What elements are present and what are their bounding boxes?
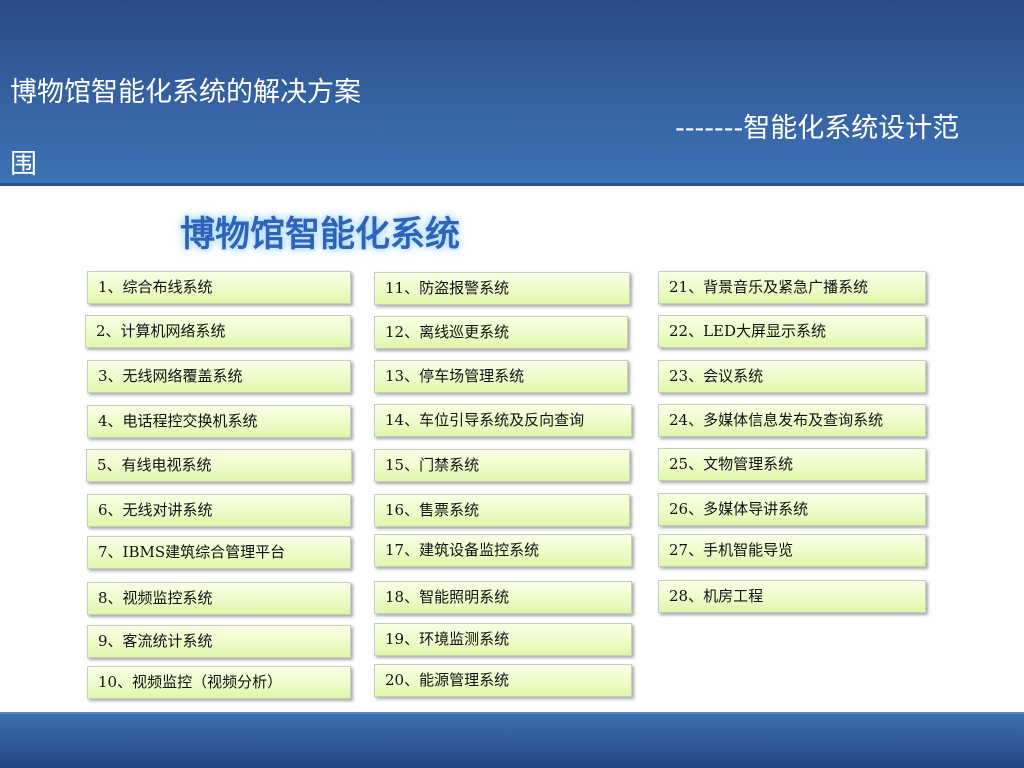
footer-band [0, 712, 1024, 768]
system-item-23: 23、会议系统 [658, 360, 926, 393]
title-banner: 博物馆智能化系统的解决方案 -------智能化系统设计范 围 [0, 0, 1024, 186]
system-item-12: 12、离线巡更系统 [374, 316, 628, 349]
system-item-20: 20、能源管理系统 [374, 664, 632, 697]
system-item-26: 26、多媒体导讲系统 [658, 493, 926, 526]
system-item-14: 14、车位引导系统及反向查询 [374, 404, 632, 437]
page-title-line-3: 围 [10, 149, 37, 180]
system-item-8: 8、视频监控系统 [87, 582, 351, 615]
system-item-19: 19、环境监测系统 [374, 623, 632, 656]
system-item-21: 21、背景音乐及紧急广播系统 [658, 271, 926, 304]
system-item-10: 10、视频监控（视频分析） [87, 666, 351, 699]
system-item-22: 22、LED大屏显示系统 [658, 315, 926, 348]
page-title-line-1: 博物馆智能化系统的解决方案 [10, 77, 361, 108]
system-item-18: 18、智能照明系统 [374, 581, 632, 614]
system-item-28: 28、机房工程 [658, 580, 926, 613]
system-item-11: 11、防盗报警系统 [374, 272, 630, 305]
system-item-6: 6、无线对讲系统 [87, 494, 351, 527]
system-item-5: 5、有线电视系统 [86, 449, 352, 482]
system-item-1: 1、综合布线系统 [87, 271, 351, 304]
system-item-2: 2、计算机网络系统 [85, 315, 351, 348]
system-item-13: 13、停车场管理系统 [374, 360, 628, 393]
system-item-16: 16、售票系统 [374, 494, 630, 527]
system-item-15: 15、门禁系统 [374, 449, 630, 482]
system-item-27: 27、手机智能导览 [658, 534, 926, 567]
system-item-3: 3、无线网络覆盖系统 [87, 360, 351, 393]
system-item-24: 24、多媒体信息发布及查询系统 [658, 404, 926, 437]
system-item-4: 4、电话程控交换机系统 [87, 405, 351, 438]
system-item-9: 9、客流统计系统 [87, 625, 351, 658]
page-title-line-2: -------智能化系统设计范 [675, 113, 960, 144]
system-item-7: 7、IBMS建筑综合管理平台 [87, 536, 351, 569]
system-item-17: 17、建筑设备监控系统 [374, 534, 632, 567]
system-item-25: 25、文物管理系统 [658, 448, 926, 481]
section-heading: 博物馆智能化系统 [180, 214, 461, 255]
